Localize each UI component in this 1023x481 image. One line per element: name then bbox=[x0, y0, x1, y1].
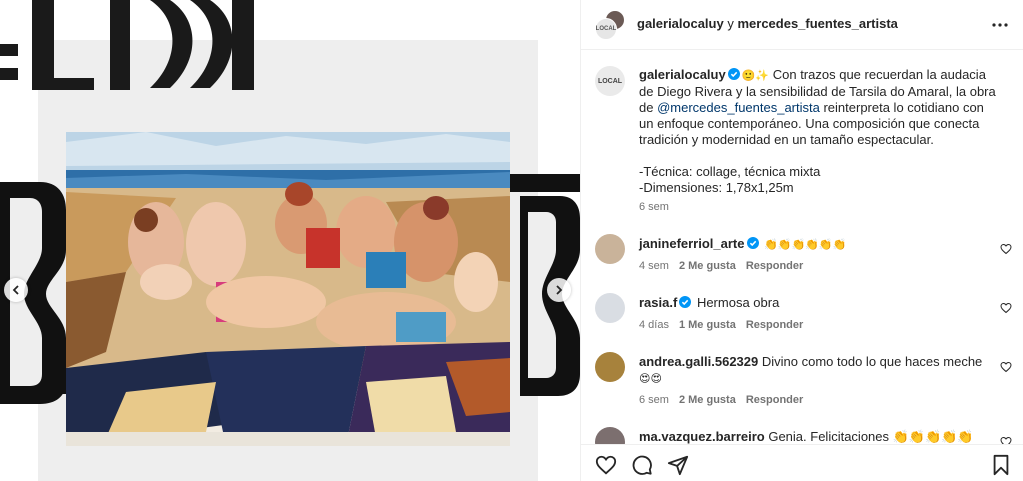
avatar[interactable]: LOCAL bbox=[595, 18, 617, 40]
more-horizontal-icon[interactable] bbox=[988, 13, 1012, 37]
comment-emojis: 😍😍 bbox=[639, 372, 662, 385]
avatar-label: LOCAL bbox=[595, 26, 617, 32]
likes-count[interactable]: 1 Me gusta bbox=[679, 319, 736, 331]
comment-meta: 4 sem 2 Me gusta Responder bbox=[639, 260, 813, 272]
comment-meta: 6 sem 2 Me gusta Responder bbox=[639, 394, 813, 406]
comment-text: Hermosa obra bbox=[696, 295, 780, 310]
comment-text: 👏👏👏👏👏👏 bbox=[764, 238, 847, 251]
post-authors: galerialocaluy y mercedes_fuentes_artist… bbox=[637, 16, 898, 31]
heart-icon[interactable] bbox=[1000, 302, 1012, 314]
avatar[interactable]: LOCAL bbox=[595, 66, 625, 96]
comment: ma.vazquez.barreiro Genia. Felicitacione… bbox=[639, 429, 1001, 444]
heart-icon[interactable] bbox=[595, 454, 617, 476]
chevron-right-icon bbox=[556, 285, 563, 295]
avatar[interactable] bbox=[595, 234, 625, 264]
comment: janineferriol_arte 👏👏👏👏👏👏 bbox=[639, 236, 1001, 253]
comments-list[interactable]: LOCAL galerialocaluy 🙂✨ Con trazos que re… bbox=[581, 50, 1023, 444]
comment-username[interactable]: janineferriol_arte bbox=[639, 236, 745, 251]
post-media bbox=[0, 0, 580, 481]
timestamp[interactable]: 4 sem bbox=[639, 260, 669, 272]
post-header: LOCAL galerialocaluy y mercedes_fuentes_… bbox=[581, 0, 1023, 50]
comment: andrea.galli.562329 Divino como todo lo … bbox=[639, 354, 1001, 387]
heart-icon[interactable] bbox=[1000, 436, 1012, 444]
collab-avatars[interactable]: LOCAL bbox=[595, 10, 625, 40]
share-icon[interactable] bbox=[667, 454, 689, 476]
previous-image-button[interactable] bbox=[4, 278, 28, 302]
comment-username[interactable]: ma.vazquez.barreiro bbox=[639, 429, 765, 444]
caption-meta: 6 sem bbox=[639, 201, 679, 213]
bookmark-icon[interactable] bbox=[990, 454, 1012, 476]
avatar[interactable] bbox=[595, 352, 625, 382]
caption-emojis: 🙂✨ bbox=[741, 69, 770, 82]
comment-username[interactable]: rasia.f bbox=[639, 295, 677, 310]
author-link[interactable]: galerialocaluy bbox=[637, 16, 724, 31]
timestamp[interactable]: 6 sem bbox=[639, 394, 669, 406]
next-image-button[interactable] bbox=[547, 278, 571, 302]
avatar[interactable] bbox=[595, 293, 625, 323]
reply-button[interactable]: Responder bbox=[746, 260, 803, 272]
caption-username[interactable]: galerialocaluy bbox=[639, 67, 726, 82]
reply-button[interactable]: Responder bbox=[746, 394, 803, 406]
post-actions-bar bbox=[581, 444, 1023, 481]
caption-technique: -Técnica: collage, técnica mixta bbox=[639, 164, 821, 179]
author-link[interactable]: mercedes_fuentes_artista bbox=[737, 16, 897, 31]
heart-icon[interactable] bbox=[1000, 361, 1012, 373]
caption-dimensions: -Dimensiones: 1,78x1,25m bbox=[639, 180, 794, 195]
chevron-left-icon bbox=[12, 285, 19, 295]
timestamp[interactable]: 4 días bbox=[639, 319, 669, 331]
verified-badge-icon bbox=[746, 237, 759, 249]
artwork-image bbox=[66, 132, 510, 446]
comment-icon[interactable] bbox=[631, 454, 653, 476]
reply-button[interactable]: Responder bbox=[746, 319, 803, 331]
heart-icon[interactable] bbox=[1000, 243, 1012, 255]
comment-username[interactable]: andrea.galli.562329 bbox=[639, 354, 758, 369]
comment-text: Genia. Felicitaciones 👏👏👏👏👏 bbox=[768, 429, 974, 444]
caption-mention[interactable]: @mercedes_fuentes_artista bbox=[657, 100, 820, 115]
likes-count[interactable]: 2 Me gusta bbox=[679, 394, 736, 406]
verified-badge-icon bbox=[727, 68, 740, 80]
avatar[interactable] bbox=[595, 427, 625, 444]
comment-text: Divino como todo lo que haces meche bbox=[761, 354, 983, 369]
post-details-panel: LOCAL galerialocaluy y mercedes_fuentes_… bbox=[580, 0, 1023, 481]
comment: rasia.f Hermosa obra bbox=[639, 295, 1001, 311]
post-caption: galerialocaluy 🙂✨ Con trazos que recuerda… bbox=[639, 67, 1001, 196]
avatar-label: LOCAL bbox=[597, 77, 623, 85]
verified-badge-icon bbox=[679, 296, 692, 308]
likes-count[interactable]: 2 Me gusta bbox=[679, 260, 736, 272]
comment-meta: 4 días 1 Me gusta Responder bbox=[639, 319, 813, 331]
author-conjunction: y bbox=[727, 16, 734, 31]
timestamp[interactable]: 6 sem bbox=[639, 201, 669, 213]
